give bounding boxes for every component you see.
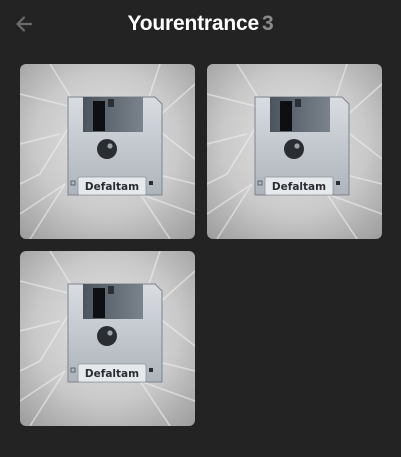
grid-item[interactable]: Defaltam: [20, 251, 195, 426]
floppy-disk-icon: Defaltam: [67, 283, 163, 383]
page-title: Yourentrance 3: [0, 10, 401, 38]
floppy-disk-thumbnail: Defaltam: [20, 64, 195, 239]
item-label: Defaltam: [272, 181, 326, 193]
item-count: 3: [261, 12, 274, 35]
floppy-disk-thumbnail: Defaltam: [20, 251, 195, 426]
floppy-disk-thumbnail: Defaltam: [207, 64, 382, 239]
grid-item[interactable]: Defaltam: [207, 64, 382, 239]
floppy-disk-icon: Defaltam: [254, 96, 350, 196]
floppy-disk-icon: Defaltam: [67, 96, 163, 196]
header-bar: Yourentrance 3: [0, 0, 401, 50]
item-label: Defaltam: [85, 181, 139, 193]
grid-item[interactable]: Defaltam: [20, 64, 195, 239]
item-label: Defaltam: [85, 368, 139, 380]
title-text: Yourentrance: [127, 12, 260, 35]
